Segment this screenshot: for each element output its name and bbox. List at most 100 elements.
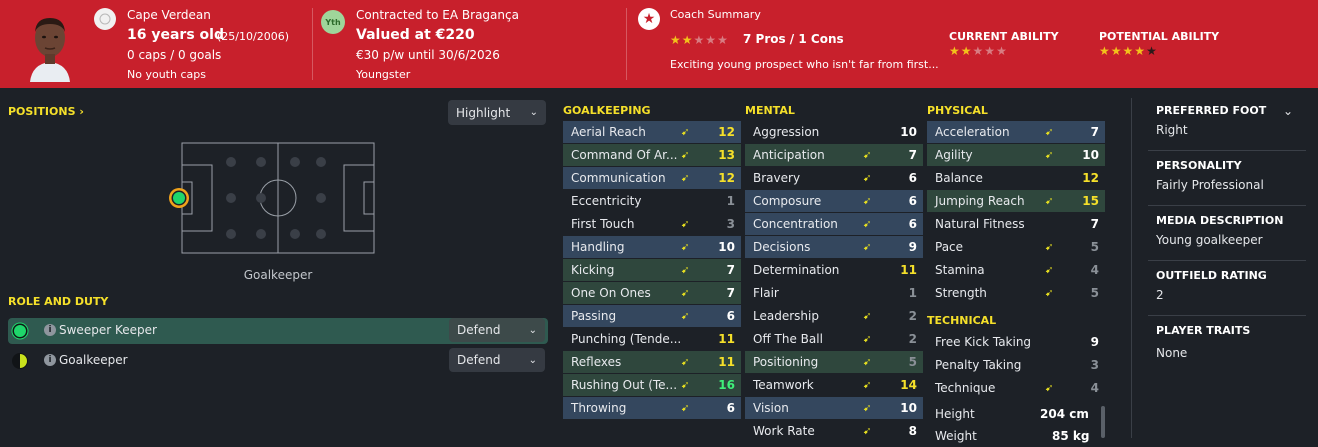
- attribute-row[interactable]: Pace ➹ 5: [927, 236, 1105, 258]
- training-arrow-icon: ➹: [681, 218, 690, 230]
- squad-status: Youngster: [356, 68, 411, 81]
- attribute-row[interactable]: Positioning ➹ 5: [745, 351, 923, 373]
- training-arrow-icon: ➹: [863, 172, 872, 184]
- attribute-row[interactable]: Off The Ball ➹ 2: [745, 328, 923, 350]
- duty-dropdown[interactable]: Defend ⌄: [449, 348, 545, 372]
- star-icon: ★: [681, 33, 693, 47]
- attribute-name: Vision: [753, 401, 789, 415]
- coach-star-icon: ★: [638, 8, 660, 30]
- attribute-name: Communication: [571, 171, 666, 185]
- attribute-value: 10: [1082, 148, 1099, 162]
- attribute-row[interactable]: Jumping Reach ➹ 15: [927, 190, 1105, 212]
- attribute-row[interactable]: Determination 11: [745, 259, 923, 281]
- training-arrow-icon: ➹: [681, 356, 690, 368]
- attribute-row[interactable]: Anticipation ➹ 7: [745, 144, 923, 166]
- attribute-value: 7: [1090, 217, 1099, 231]
- star-icon: ★: [693, 33, 705, 47]
- attribute-value: 11: [718, 332, 735, 346]
- attribute-row[interactable]: Teamwork ➹ 14: [745, 374, 923, 396]
- chevron-down-icon[interactable]: ⌄: [1283, 104, 1293, 118]
- attribute-row[interactable]: Agility ➹ 10: [927, 144, 1105, 166]
- attribute-value: 1: [908, 286, 917, 300]
- attribute-row[interactable]: Decisions ➹ 9: [745, 236, 923, 258]
- attribute-row[interactable]: Vision ➹ 10: [745, 397, 923, 419]
- attribute-row[interactable]: Acceleration ➹ 7: [927, 121, 1105, 143]
- attribute-row[interactable]: Aggression 10: [745, 121, 923, 143]
- chevron-down-icon: ⌄: [528, 354, 537, 366]
- attribute-row[interactable]: Bravery ➹ 6: [745, 167, 923, 189]
- attribute-value: 4: [1090, 263, 1099, 277]
- attribute-value: 10: [900, 125, 917, 139]
- attribute-row[interactable]: Composure ➹ 6: [745, 190, 923, 212]
- attribute-row[interactable]: Flair 1: [745, 282, 923, 304]
- positions-link[interactable]: POSITIONS ›: [8, 105, 84, 118]
- attribute-value: 6: [726, 401, 735, 415]
- star-icon: ★: [1099, 44, 1110, 58]
- attribute-row[interactable]: One On Ones ➹ 7: [563, 282, 741, 304]
- star-icon: ★: [670, 33, 681, 47]
- attribute-row[interactable]: Balance 12: [927, 167, 1105, 189]
- attribute-row[interactable]: Kicking ➹ 7: [563, 259, 741, 281]
- attribute-row[interactable]: Technique ➹ 4: [927, 377, 1105, 399]
- panel-divider: [1131, 98, 1132, 438]
- divider: [1148, 260, 1306, 261]
- attribute-value: 12: [1082, 171, 1099, 185]
- pros-cons[interactable]: 7 Pros / 1 Cons: [743, 32, 844, 46]
- attribute-row[interactable]: Rushing Out (Te... ➹ 16: [563, 374, 741, 396]
- attribute-row[interactable]: Handling ➹ 10: [563, 236, 741, 258]
- duty-label: Defend: [457, 353, 501, 367]
- attribute-name: Kicking: [571, 263, 615, 277]
- attribute-value: 8: [908, 424, 917, 438]
- attribute-row[interactable]: Punching (Tende... 11: [563, 328, 741, 350]
- attribute-row[interactable]: Throwing ➹ 6: [563, 397, 741, 419]
- training-arrow-icon: ➹: [681, 149, 690, 161]
- attribute-row[interactable]: Work Rate ➹ 8: [745, 420, 923, 442]
- attribute-row[interactable]: Stamina ➹ 4: [927, 259, 1105, 281]
- info-icon[interactable]: i: [44, 354, 56, 366]
- attribute-row[interactable]: Command Of Ar... ➹ 13: [563, 144, 741, 166]
- attribute-row[interactable]: Concentration ➹ 6: [745, 213, 923, 235]
- attribute-name: Strength: [935, 286, 987, 300]
- attribute-row[interactable]: Penalty Taking 3: [927, 354, 1105, 376]
- attribute-row[interactable]: Passing ➹ 6: [563, 305, 741, 327]
- contract-info[interactable]: Contracted to EA Bragança: [356, 8, 519, 22]
- role-row-sweeper-keeper[interactable]: i Sweeper Keeper Defend ⌄: [8, 318, 548, 344]
- attribute-row[interactable]: First Touch ➹ 3: [563, 213, 741, 235]
- star-icon: ★: [705, 33, 717, 47]
- attribute-name: Handling: [571, 240, 625, 254]
- attribute-row[interactable]: Strength ➹ 5: [927, 282, 1105, 304]
- nation-flag-icon: [94, 8, 116, 30]
- training-arrow-icon: ➹: [863, 149, 872, 161]
- preferred-foot-label: PREFERRED FOOT: [1156, 104, 1267, 117]
- attribute-row[interactable]: Natural Fitness 7: [927, 213, 1105, 235]
- highlight-label: Highlight: [456, 105, 511, 120]
- training-arrow-icon: ➹: [863, 310, 872, 322]
- header-divider: [626, 8, 627, 80]
- duty-dropdown[interactable]: Defend ⌄: [449, 318, 545, 342]
- attribute-name: Decisions: [753, 240, 811, 254]
- attribute-value: 1: [726, 194, 735, 208]
- attribute-row[interactable]: Leadership ➹ 2: [745, 305, 923, 327]
- attribute-row[interactable]: Aerial Reach ➹ 12: [563, 121, 741, 143]
- player-traits-value: None: [1156, 346, 1188, 360]
- player-traits-label: PLAYER TRAITS: [1156, 324, 1251, 337]
- scrollbar[interactable]: [1101, 406, 1105, 438]
- highlight-dropdown[interactable]: Highlight ⌄: [448, 100, 546, 125]
- club-badge-icon[interactable]: Yth: [321, 10, 345, 34]
- attribute-name: Natural Fitness: [935, 217, 1025, 231]
- training-arrow-icon: ➹: [681, 310, 690, 322]
- physical-title: PHYSICAL: [927, 104, 988, 117]
- attribute-row[interactable]: Eccentricity 1: [563, 190, 741, 212]
- attribute-name: Eccentricity: [571, 194, 642, 208]
- role-row-goalkeeper[interactable]: i Goalkeeper Defend ⌄: [8, 348, 548, 374]
- technical-title: TECHNICAL: [927, 314, 997, 327]
- pitch-diagram: [181, 142, 375, 254]
- info-icon[interactable]: i: [44, 324, 56, 336]
- current-ability-label: CURRENT ABILITY: [949, 30, 1059, 43]
- training-arrow-icon: ➹: [863, 356, 872, 368]
- attribute-row[interactable]: Free Kick Taking 9: [927, 331, 1105, 353]
- goalkeeper-position-marker[interactable]: [168, 187, 190, 209]
- attribute-row[interactable]: Reflexes ➹ 11: [563, 351, 741, 373]
- weight-label: Weight: [935, 429, 977, 443]
- attribute-row[interactable]: Communication ➹ 12: [563, 167, 741, 189]
